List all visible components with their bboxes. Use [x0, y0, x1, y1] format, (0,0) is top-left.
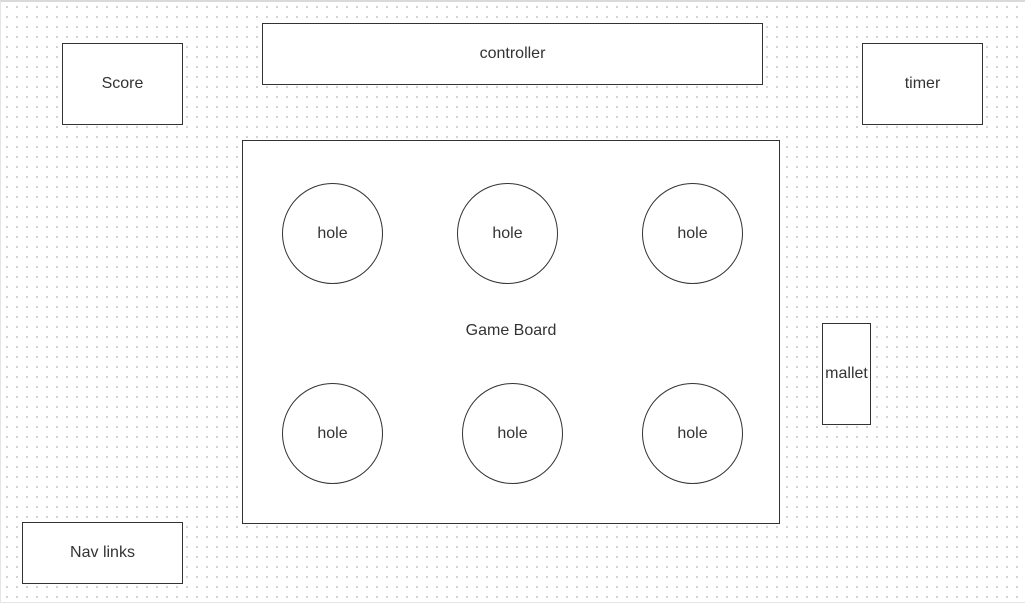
hole-label: hole — [677, 424, 708, 442]
hole: hole — [462, 383, 563, 484]
timer-label: timer — [904, 75, 941, 92]
timer-box: timer — [862, 43, 983, 125]
hole-label: hole — [317, 224, 348, 242]
game-board-label: Game Board — [465, 322, 557, 339]
hole: hole — [642, 183, 743, 284]
nav-links-box: Nav links — [22, 522, 183, 584]
hole-label: hole — [317, 424, 348, 442]
mallet-label: mallet — [825, 365, 868, 382]
score-label: Score — [101, 75, 144, 92]
hole-label: hole — [497, 424, 528, 442]
diagram-canvas: Score controller timer Game Board hole h… — [0, 0, 1025, 603]
hole-label: hole — [677, 224, 708, 242]
controller-label: controller — [479, 45, 546, 62]
hole: hole — [642, 383, 743, 484]
hole: hole — [282, 383, 383, 484]
hole: hole — [457, 183, 558, 284]
score-box: Score — [62, 43, 183, 125]
mallet-box: mallet — [822, 323, 871, 425]
hole-label: hole — [492, 224, 523, 242]
hole: hole — [282, 183, 383, 284]
nav-links-label: Nav links — [70, 544, 135, 561]
controller-box: controller — [262, 23, 763, 85]
